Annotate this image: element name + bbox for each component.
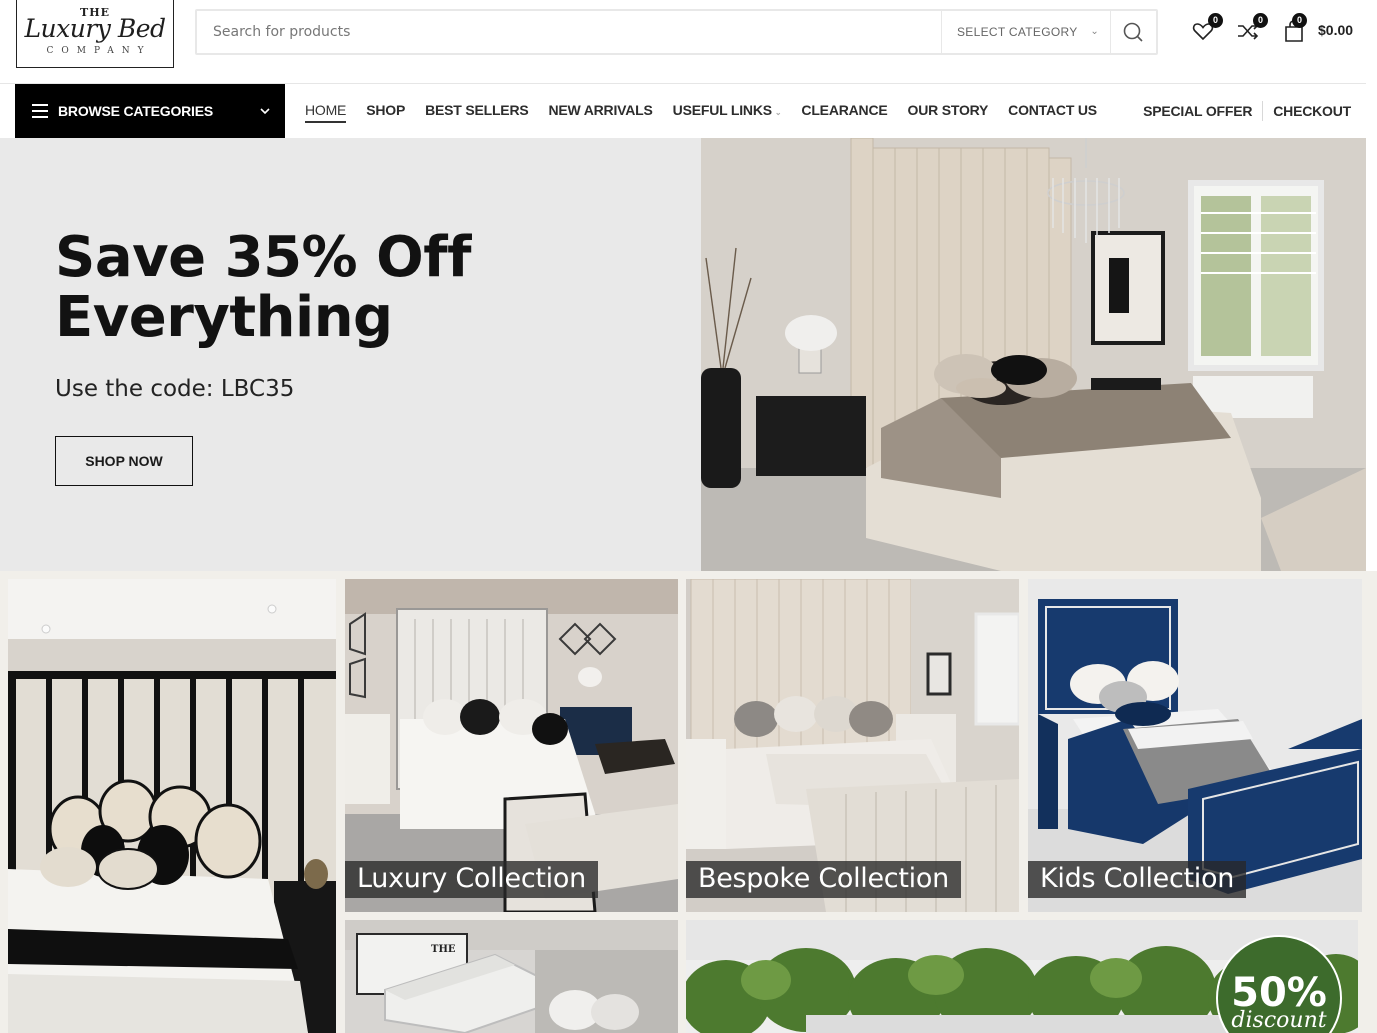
mattress-logo-text: THE bbox=[431, 944, 456, 955]
kids-collection-tile[interactable]: Kids Collection bbox=[1028, 579, 1362, 912]
luxury-collection-tile[interactable]: Luxury Collection bbox=[345, 579, 678, 912]
nav-checkout[interactable]: CHECKOUT bbox=[1273, 103, 1351, 119]
cart-button[interactable]: 0 bbox=[1281, 13, 1307, 44]
nav-shop[interactable]: SHOP bbox=[366, 84, 405, 138]
kids-collection-label: Kids Collection bbox=[1028, 861, 1247, 898]
nav-useful-links-label: USEFUL LINKS bbox=[672, 102, 772, 118]
menu-icon bbox=[32, 104, 48, 118]
hero-title: Save 35% Off Everything bbox=[55, 225, 471, 350]
browse-categories-button[interactable]: BROWSE CATEGORIES bbox=[15, 84, 285, 138]
category-select-label: SELECT CATEGORY bbox=[957, 25, 1078, 39]
secondary-menu: SPECIAL OFFER CHECKOUT bbox=[1143, 84, 1351, 138]
compare-button[interactable]: 0 bbox=[1235, 13, 1268, 44]
site-logo[interactable]: THE Luxury Bed COMPANY bbox=[16, 0, 174, 68]
nav-best-sellers[interactable]: BEST SELLERS bbox=[425, 84, 529, 138]
search-input[interactable] bbox=[197, 11, 941, 53]
nav-our-story[interactable]: OUR STORY bbox=[908, 84, 989, 138]
chevron-down-icon: ⌄ bbox=[1090, 26, 1099, 37]
category-select[interactable]: SELECT CATEGORY ⌄ bbox=[941, 11, 1113, 53]
shop-now-button[interactable]: SHOP NOW bbox=[55, 436, 193, 486]
bespoke-collection-tile[interactable]: Bespoke Collection bbox=[686, 579, 1019, 912]
cart-total[interactable]: $0.00 bbox=[1318, 22, 1353, 38]
chevron-down-icon bbox=[260, 108, 270, 115]
nav-new-arrivals[interactable]: NEW ARRIVALS bbox=[549, 84, 653, 138]
nav-special-offer[interactable]: SPECIAL OFFER bbox=[1143, 103, 1252, 119]
bespoke-collection-label: Bespoke Collection bbox=[686, 861, 961, 898]
mattress-tile[interactable]: THE bbox=[345, 920, 678, 1033]
search-icon bbox=[1123, 22, 1143, 42]
browse-categories-label: BROWSE CATEGORIES bbox=[58, 103, 214, 119]
search-button[interactable] bbox=[1110, 11, 1156, 53]
logo-company: COMPANY bbox=[46, 46, 152, 56]
header-top: THE Luxury Bed COMPANY SELECT CATEGORY ⌄… bbox=[0, 0, 1366, 84]
compare-count-badge: 0 bbox=[1253, 13, 1268, 28]
chevron-down-icon: ⌄ bbox=[774, 108, 782, 117]
hero-bedroom-image bbox=[701, 138, 1366, 571]
wishlist-count-badge: 0 bbox=[1208, 13, 1223, 28]
primary-menu: HOME SHOP BEST SELLERS NEW ARRIVALS USEF… bbox=[305, 84, 1117, 138]
hero-banner: Save 35% Off Everything Use the code: LB… bbox=[0, 138, 1366, 571]
nav-clearance[interactable]: CLEARANCE bbox=[801, 84, 887, 138]
main-navigation: BROWSE CATEGORIES HOME SHOP BEST SELLERS… bbox=[0, 84, 1366, 138]
nav-contact-us[interactable]: CONTACT US bbox=[1008, 84, 1097, 138]
cart-count-badge: 0 bbox=[1292, 13, 1307, 28]
luxury-collection-label: Luxury Collection bbox=[345, 861, 598, 898]
promo-discount-word: discount bbox=[1231, 1008, 1326, 1033]
garden-furniture-promo-tile[interactable]: 50% discount bbox=[686, 920, 1358, 1033]
nav-home[interactable]: HOME bbox=[305, 84, 347, 138]
wishlist-button[interactable]: 0 bbox=[1190, 13, 1223, 44]
featured-bedroom-tile[interactable] bbox=[8, 579, 336, 1033]
nav-useful-links[interactable]: USEFUL LINKS ⌄ bbox=[673, 84, 782, 138]
logo-script: Luxury Bed bbox=[24, 14, 166, 43]
divider bbox=[1262, 101, 1264, 121]
hero-subtitle: Use the code: LBC35 bbox=[55, 376, 295, 402]
search-bar: SELECT CATEGORY ⌄ bbox=[195, 9, 1158, 55]
